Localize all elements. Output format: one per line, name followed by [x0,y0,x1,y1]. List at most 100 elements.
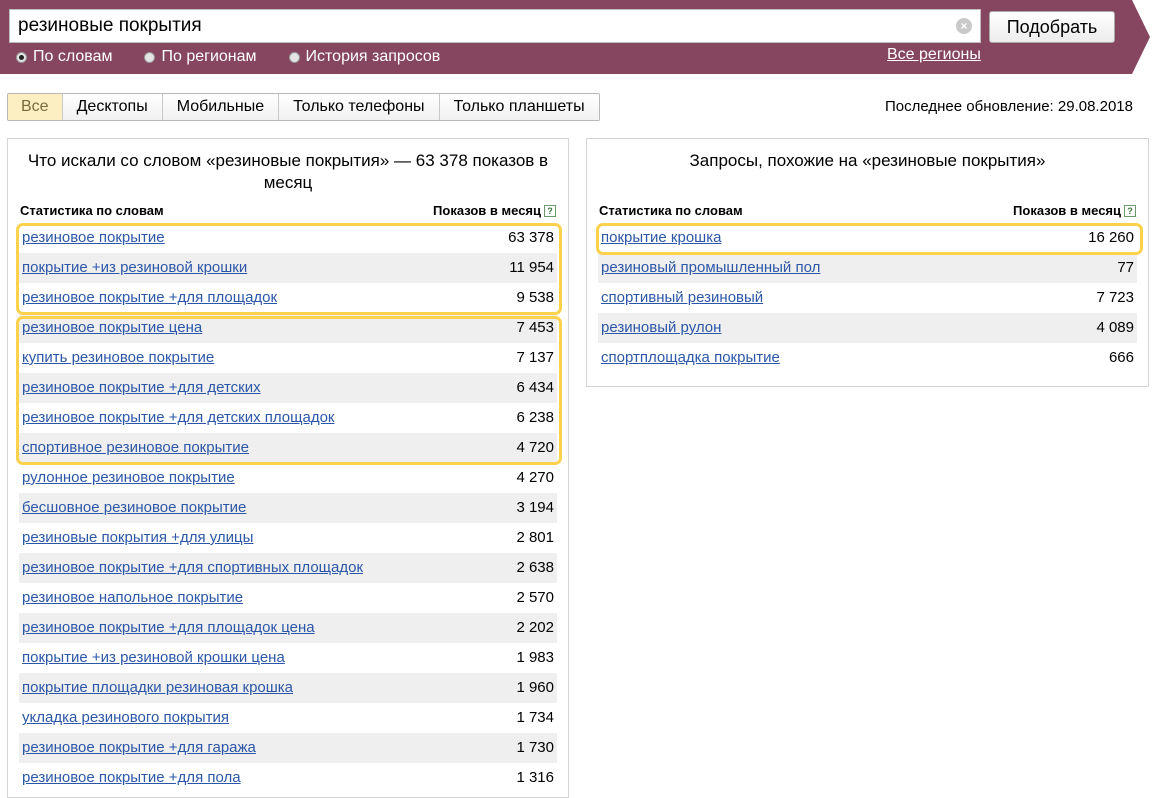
keyword-link[interactable]: покрытие крошка [601,229,721,246]
column-count-label: Показов в месяц [1013,203,1121,218]
search-box: × [9,9,981,43]
column-count-header: Показов в месяц? [433,203,556,218]
table-row: резиновое покрытие 63 378 [19,223,557,253]
table-row: резиновое покрытие +для гаража 1 730 [19,733,557,763]
help-icon[interactable]: ? [1124,205,1136,217]
impressions-count: 6 434 [516,379,554,396]
mode-history[interactable]: История запросов [288,48,441,66]
mode-label: По регионам [161,48,257,65]
radio-selected-icon [16,51,27,63]
tab-tablets-only[interactable]: Только планшеты [438,94,599,120]
impressions-count: 1 316 [516,769,554,786]
impressions-count: 1 960 [516,679,554,696]
tab-phones-only[interactable]: Только телефоны [278,94,439,120]
mode-label: По словам [33,48,113,65]
keyword-link[interactable]: резиновое покрытие +для спортивных площа… [22,559,363,576]
similar-queries-panel: Запросы, похожие на «резиновые покрытия»… [586,138,1149,387]
wordstat-panel: Что искали со словом «резиновые покрытия… [7,138,569,798]
keyword-link[interactable]: резиновое покрытие +для пола [22,769,241,786]
keyword-link[interactable]: покрытие площадки резиновая крошка [22,679,293,696]
impressions-count: 7 137 [516,349,554,366]
table-row: резиновый промышленный пол 77 [598,253,1137,283]
mode-label: История запросов [305,48,441,65]
impressions-count: 77 [1117,259,1134,276]
keyword-link[interactable]: резиновое покрытие +для площадок цена [22,619,315,636]
keyword-link[interactable]: резиновый рулон [601,319,721,336]
keyword-link[interactable]: спортивный резиновый [601,289,763,306]
impressions-count: 2 801 [516,529,554,546]
impressions-count: 2 202 [516,619,554,636]
table-row: резиновое напольное покрытие 2 570 [19,583,557,613]
keyword-link[interactable]: резиновое покрытие +для гаража [22,739,256,756]
mode-by-words[interactable]: По словам [16,48,112,66]
keyword-link[interactable]: резиновое покрытие +для детских [22,379,261,396]
impressions-count: 63 378 [508,229,554,246]
keyword-link[interactable]: резиновое покрытие +для площадок [22,289,277,306]
keyword-link[interactable]: бесшовное резиновое покрытие [22,499,246,516]
impressions-count: 16 260 [1088,229,1134,246]
keyword-link[interactable]: рулонное резиновое покрытие [22,469,235,486]
keyword-link[interactable]: резиновое покрытие [22,229,165,246]
impressions-count: 2 638 [516,559,554,576]
keyword-link[interactable]: купить резиновое покрытие [22,349,214,366]
table-row: резиновое покрытие +для площадок цена 2 2… [19,613,557,643]
table-row: укладка резинового покрытия 1 734 [19,703,557,733]
tab-mobile[interactable]: Мобильные [161,94,279,120]
keyword-link[interactable]: резиновое покрытие цена [22,319,202,336]
keyword-link[interactable]: спортплощадка покрытие [601,349,780,366]
keyword-link[interactable]: укладка резинового покрытия [22,709,229,726]
table-row: рулонное резиновое покрытие 4 270 [19,463,557,493]
impressions-count: 11 954 [509,259,554,276]
tab-all[interactable]: Все [8,94,62,120]
search-input[interactable] [10,10,958,42]
clear-icon[interactable]: × [956,18,972,34]
all-regions-link[interactable]: Все регионы [887,46,981,64]
help-icon[interactable]: ? [544,205,556,217]
submit-button[interactable]: Подобрать [989,11,1115,43]
impressions-count: 9 538 [516,289,554,306]
column-count-label: Показов в месяц [433,203,541,218]
table-row: спортплощадка покрытие 666 [598,343,1137,373]
impressions-count: 666 [1108,349,1134,366]
table-row: покрытие площадки резиновая крошка 1 960 [19,673,557,703]
header-band: × Подобрать По словам По регионам Истори… [0,0,1156,74]
column-count-header: Показов в месяц? [1013,203,1136,218]
keyword-link[interactable]: резиновый промышленный пол [601,259,820,276]
table-row: резиновое покрытие +для пола 1 316 [19,763,557,793]
keyword-list: резиновое покрытие 63 378 покрытие +из рез… [19,223,557,793]
table-row: покрытие +из резиновой крошки 11 954 [19,253,557,283]
keyword-list: покрытие крошка 16 260 резиновый промышлен… [598,223,1137,373]
impressions-count: 7 453 [516,319,554,336]
column-keyword-header: Статистика по словам [599,203,743,218]
keyword-link[interactable]: спортивное резиновое покрытие [22,439,249,456]
column-headers: Статистика по словам Показов в месяц? [20,203,556,221]
keyword-link[interactable]: покрытие +из резиновой крошки [22,259,247,276]
table-row: спортивное резиновое покрытие 4 720 [19,433,557,463]
column-headers: Статистика по словам Показов в месяц? [599,203,1136,221]
radio-icon [144,51,156,63]
radio-icon [288,51,300,63]
impressions-count: 6 238 [516,409,554,426]
table-row: покрытие крошка 16 260 [598,223,1137,253]
impressions-count: 4 270 [516,469,554,486]
table-row: резиновое покрытие +для детских площадок… [19,403,557,433]
table-row: резиновое покрытие +для спортивных площа… [19,553,557,583]
impressions-count: 7 723 [1096,289,1134,306]
mode-by-regions[interactable]: По регионам [144,48,257,66]
table-row: резиновое покрытие цена 7 453 [19,313,557,343]
tab-desktops[interactable]: Десктопы [61,94,162,120]
table-row: покрытие +из резиновой крошки цена 1 983 [19,643,557,673]
column-keyword-header: Статистика по словам [20,203,164,218]
impressions-count: 1 734 [516,709,554,726]
impressions-count: 3 194 [516,499,554,516]
table-row: резиновый рулон 4 089 [598,313,1137,343]
keyword-link[interactable]: резиновые покрытия +для улицы [22,529,253,546]
search-mode-group: По словам По регионам История запросов [16,46,472,68]
impressions-count: 4 089 [1096,319,1134,336]
keyword-link[interactable]: резиновое покрытие +для детских площадок [22,409,335,426]
keyword-link[interactable]: покрытие +из резиновой крошки цена [22,649,285,666]
keyword-link[interactable]: резиновое напольное покрытие [22,589,243,606]
impressions-count: 1 983 [516,649,554,666]
last-update-text: Последнее обновление: 29.08.2018 [885,98,1133,115]
impressions-count: 2 570 [516,589,554,606]
